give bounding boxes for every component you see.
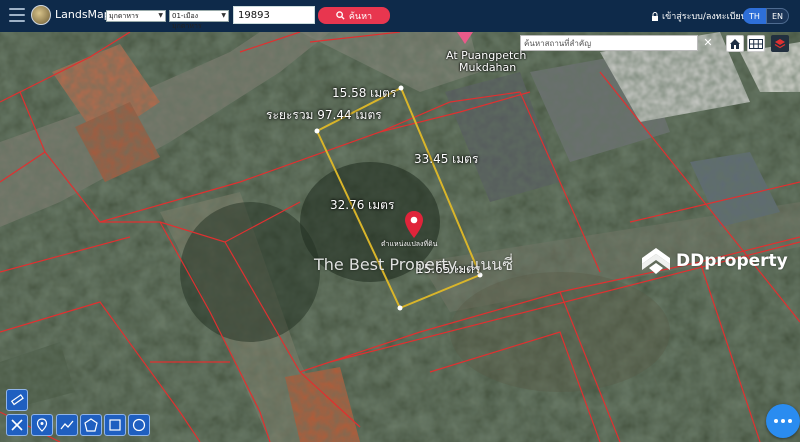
close-measure-tool[interactable] bbox=[6, 414, 28, 436]
lang-en-button[interactable]: EN bbox=[766, 8, 789, 24]
ddproperty-brand: DDproperty bbox=[676, 251, 788, 271]
province-value: มุกดาหาร bbox=[109, 12, 139, 20]
parcel-number-input[interactable]: 19893 bbox=[233, 6, 315, 24]
place-search-input[interactable]: ค้นหาสถานที่สำคัญ bbox=[520, 35, 698, 51]
login-label: เข้าสู่ระบบ/ลงทะเบียน bbox=[662, 12, 747, 22]
district-value: 01-เมืองมุกดาหาร bbox=[172, 12, 202, 30]
measure-total: ระยะรวม 97.44 เมตร bbox=[266, 108, 382, 122]
dot-icon bbox=[774, 419, 778, 423]
lock-icon bbox=[652, 11, 658, 21]
circle-tool[interactable] bbox=[128, 414, 150, 436]
menu-icon[interactable] bbox=[9, 8, 25, 22]
pin-tool[interactable] bbox=[31, 414, 53, 436]
dot-icon bbox=[788, 419, 792, 423]
pin-label: ตำแหน่งแปลงที่ดิน bbox=[381, 240, 438, 248]
province-select[interactable]: มุกดาหาร ▼ bbox=[106, 10, 166, 22]
dot-icon bbox=[781, 419, 785, 423]
lang-th-button[interactable]: TH bbox=[743, 8, 766, 24]
rectangle-tool[interactable] bbox=[104, 414, 126, 436]
ruler-tool[interactable] bbox=[6, 389, 28, 411]
layers-icon bbox=[774, 38, 786, 48]
search-button-label: ค้นหา bbox=[348, 11, 373, 22]
map-view[interactable]: At Puangpetch Mukdahan 15.58 เมตร ระยะรว… bbox=[0, 32, 800, 442]
search-button[interactable]: ค้นหา bbox=[318, 7, 390, 24]
ruler-icon bbox=[10, 394, 24, 406]
measure-right: 33.45 เมตร bbox=[414, 152, 479, 166]
polygon-icon bbox=[84, 418, 98, 432]
location-pin-icon[interactable] bbox=[404, 211, 424, 239]
measure-left: 32.76 เมตร bbox=[330, 198, 395, 212]
chevron-down-icon: ▼ bbox=[158, 12, 163, 19]
grid-button[interactable] bbox=[747, 35, 765, 52]
landsmaps-logo bbox=[31, 5, 51, 25]
pin-icon bbox=[36, 418, 48, 432]
login-link[interactable]: เข้าสู่ระบบ/ลงทะเบียน bbox=[651, 9, 747, 23]
top-bar: LandsMaps มุกดาหาร ▼ 01-เมืองมุกดาหาร ▼ … bbox=[0, 0, 800, 32]
polygon-tool[interactable] bbox=[80, 414, 102, 436]
measure-top: 15.58 เมตร bbox=[332, 86, 397, 100]
chevron-down-icon: ▼ bbox=[221, 12, 226, 19]
rectangle-icon bbox=[109, 419, 121, 431]
layers-button[interactable] bbox=[771, 35, 789, 52]
place-name-line2: Mukdahan bbox=[459, 61, 517, 74]
close-icon[interactable]: ✕ bbox=[701, 36, 715, 50]
satellite-map[interactable] bbox=[0, 32, 800, 442]
watermark-text: The Best Property...แนนซี่ bbox=[314, 255, 514, 274]
close-measure-icon bbox=[11, 419, 23, 431]
district-select[interactable]: 01-เมืองมุกดาหาร ▼ bbox=[169, 10, 229, 30]
search-icon bbox=[336, 11, 345, 20]
more-options-button[interactable] bbox=[766, 404, 800, 438]
polyline-tool[interactable] bbox=[56, 414, 78, 436]
ddproperty-logo bbox=[642, 248, 670, 274]
home-icon bbox=[730, 38, 740, 49]
home-button[interactable] bbox=[726, 35, 744, 52]
grid-icon bbox=[749, 38, 763, 49]
circle-icon bbox=[132, 418, 146, 432]
polyline-icon bbox=[60, 420, 74, 430]
